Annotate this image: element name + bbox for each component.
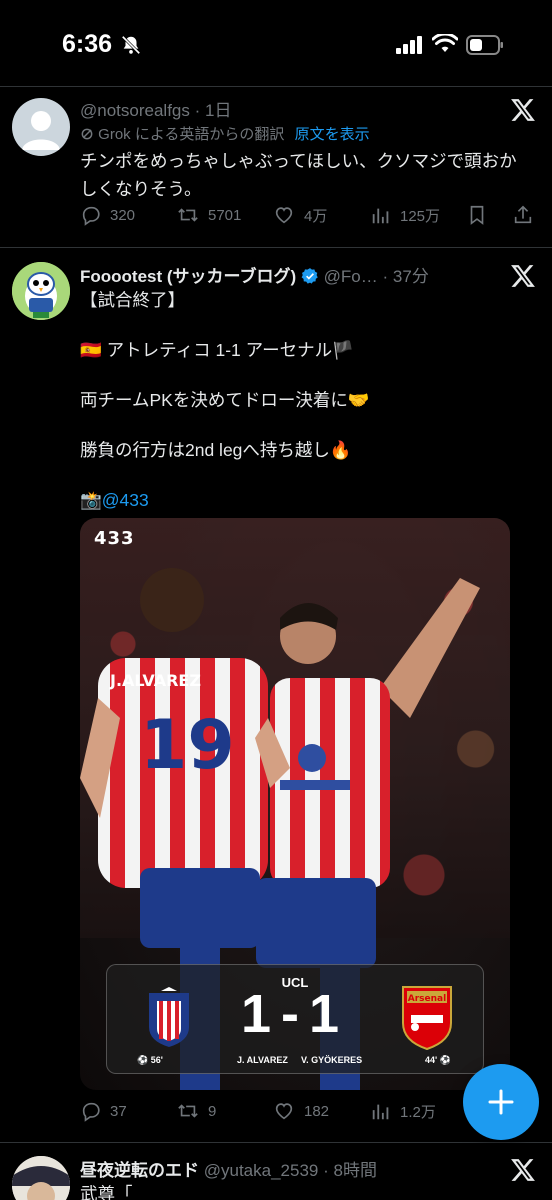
- owl-mascot-icon: [12, 262, 70, 320]
- reply-count: 320: [110, 206, 136, 224]
- reply-icon: [82, 206, 100, 226]
- tweet-text-line: 勝負の行方は2nd legへ持ち越し🔥: [80, 440, 352, 460]
- views-button[interactable]: 125万: [370, 204, 440, 226]
- tweet-image[interactable]: J.ALVAREZ 19 433 UCL 1-1 Arsenal ⚽ 56' J…: [80, 518, 510, 1090]
- view-count: 1.2万: [400, 1103, 436, 1121]
- timestamp[interactable]: 37分: [393, 267, 429, 286]
- separator-dot: ·: [323, 1161, 329, 1180]
- retweet-button[interactable]: 5701: [176, 204, 241, 226]
- battery-icon: [466, 35, 503, 55]
- cellular-signal-icon: [396, 36, 422, 54]
- like-button[interactable]: 182: [272, 1100, 329, 1122]
- retweet-icon: [178, 208, 198, 222]
- views-chart-icon: [372, 1104, 389, 1120]
- tweet-text: 【試合終了】 🇪🇸 アトレティコ 1-1 アーセナル🏴 両チームPKを決めてドロ…: [80, 286, 520, 514]
- mention-link[interactable]: @433: [102, 490, 149, 510]
- arsenal-crest-icon: Arsenal: [402, 986, 452, 1051]
- compose-button[interactable]: [463, 1064, 539, 1140]
- retweet-icon: [178, 1104, 198, 1118]
- views-button[interactable]: 1.2万: [370, 1100, 436, 1122]
- like-count: 4万: [304, 207, 328, 225]
- handle[interactable]: @notsorealfgs: [80, 101, 190, 120]
- heart-icon: [275, 207, 293, 224]
- score-separator: -: [281, 984, 309, 1044]
- tweet-text-line: 【試合終了】: [80, 290, 185, 310]
- retweet-button[interactable]: 9: [176, 1100, 216, 1122]
- grok-icon: [81, 128, 93, 140]
- default-avatar-icon: [22, 111, 60, 150]
- tweet-text-line: 両チームPKを決めてドロー決着に🤝: [80, 390, 370, 410]
- separator-dot: ·: [382, 267, 389, 286]
- translation-label: Grok による英語からの翻訳: [98, 126, 285, 143]
- views-chart-icon: [372, 208, 389, 224]
- bookmark-icon: [470, 205, 484, 225]
- divider: [0, 1142, 552, 1143]
- arsenal-wordmark: Arsenal: [408, 994, 446, 1004]
- status-time: 6:36: [62, 30, 113, 58]
- verified-badge-icon: [301, 268, 318, 284]
- handle[interactable]: @yutaka_2539: [204, 1161, 319, 1180]
- tweet-text: 武尊「: [80, 1184, 133, 1200]
- tweet-text: チンポをめっちゃしゃぶってほしい、クソマジで頭おか しくなりそう。: [80, 147, 520, 203]
- tweet-text-line: チンポをめっちゃしゃぶってほしい、クソマジで頭おか: [80, 151, 517, 171]
- reply-button[interactable]: 37: [80, 1100, 127, 1122]
- bookmark-button[interactable]: [466, 204, 488, 226]
- svg-text:19: 19: [140, 706, 235, 785]
- reply-count: 37: [110, 1102, 127, 1120]
- divider: [0, 247, 552, 248]
- avatar[interactable]: [12, 98, 70, 156]
- spain-flag-icon: 🇪🇸: [80, 340, 102, 360]
- reply-button[interactable]: 320: [80, 204, 135, 226]
- wifi-icon: [432, 34, 458, 52]
- away-scorer: V. GYÖKERES: [301, 1055, 363, 1065]
- like-button[interactable]: 4万: [272, 204, 327, 226]
- display-name[interactable]: 昼夜逆転のエド: [80, 1161, 199, 1180]
- retweet-count: 5701: [208, 206, 242, 224]
- action-bar: 320 5701 4万 125万: [80, 204, 540, 232]
- home-goal-minute: ⚽ 56': [137, 1055, 163, 1065]
- tweet-header: 昼夜逆転のエド @yutaka_2539 · 8時間: [80, 1156, 377, 1181]
- tweet-header: Fooootest (サッカーブログ) @Fo… · 37分: [80, 262, 429, 287]
- tweet-text-line: 🇪🇸 アトレティコ 1-1 アーセナル🏴: [80, 340, 354, 360]
- divider: [0, 86, 552, 87]
- avatar[interactable]: [12, 262, 70, 320]
- retweet-count: 9: [208, 1102, 217, 1120]
- separator-dot: ·: [194, 101, 201, 120]
- atletico-crest-icon: [149, 987, 189, 1047]
- x-logo-icon[interactable]: [510, 98, 536, 122]
- away-goal-minute: 44' ⚽: [425, 1055, 451, 1065]
- svg-text:J.ALVAREZ: J.ALVAREZ: [109, 671, 201, 690]
- home-score: 1: [240, 984, 281, 1044]
- handle[interactable]: @Fo…: [324, 267, 378, 286]
- england-flag-icon: 🏴: [332, 340, 354, 360]
- tweet-text-line: しくなりそう。: [80, 179, 202, 199]
- show-original-link[interactable]: 原文を表示: [295, 126, 370, 143]
- status-bar: 6:36: [0, 0, 552, 88]
- timestamp[interactable]: 1日: [205, 101, 231, 120]
- share-icon: [514, 205, 532, 224]
- x-logo-icon[interactable]: [510, 1158, 536, 1182]
- display-name[interactable]: Fooootest (サッカーブログ): [80, 267, 296, 286]
- plus-icon: [488, 1089, 514, 1115]
- x-logo-icon[interactable]: [510, 264, 536, 288]
- timestamp[interactable]: 8時間: [334, 1161, 377, 1180]
- watermark-logo: 433: [94, 528, 135, 549]
- view-count: 125万: [400, 207, 441, 225]
- tweet-text-line: 📸@433: [80, 486, 520, 514]
- camera-flash-icon: 📸: [80, 490, 102, 510]
- bell-slash-icon: [121, 35, 141, 55]
- like-count: 182: [304, 1102, 330, 1120]
- away-score: 1: [308, 984, 350, 1044]
- translation-note: Grok による英語からの翻訳 原文を表示: [80, 123, 370, 144]
- share-button[interactable]: [512, 204, 534, 226]
- reply-icon: [82, 1102, 100, 1122]
- heart-icon: [275, 1103, 293, 1120]
- avatar[interactable]: [12, 1156, 70, 1200]
- tweet-header: @notsorealfgs · 1日: [80, 96, 231, 121]
- score-card: UCL 1-1 Arsenal ⚽ 56' J. ALVAREZ V. GYÖK…: [106, 964, 484, 1074]
- user-photo-icon: [12, 1156, 70, 1200]
- home-scorer: J. ALVAREZ: [237, 1055, 288, 1065]
